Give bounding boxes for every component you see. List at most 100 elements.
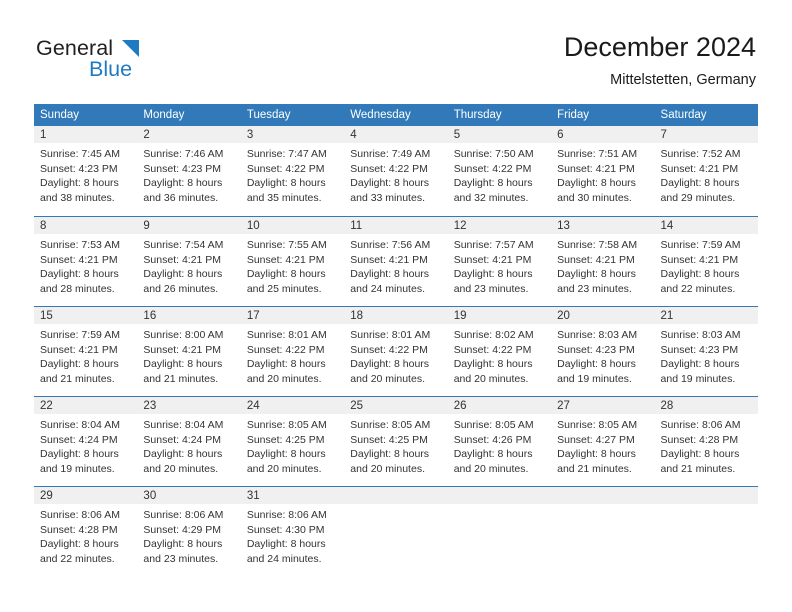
day-number-band: 21 <box>654 306 758 324</box>
day-cell[interactable]: 19 Sunrise: 8:02 AM Sunset: 4:22 PM Dayligh… <box>447 306 552 396</box>
weekday-header-monday: Monday <box>137 104 241 126</box>
day-details: Sunrise: 8:03 AM Sunset: 4:23 PM Daylight:… <box>655 324 758 386</box>
day-cell[interactable]: 29 Sunrise: 8:06 AM Sunset: 4:28 PM Dayligh… <box>34 486 138 576</box>
daylight-text-line2: and 25 minutes. <box>246 282 322 295</box>
day-details: Sunrise: 7:58 AM Sunset: 4:21 PM Daylight:… <box>551 234 654 296</box>
day-cell[interactable]: 28 Sunrise: 8:06 AM Sunset: 4:28 PM Dayligh… <box>654 396 758 486</box>
daylight-text-line1: Daylight: 8 hours <box>143 358 223 371</box>
day-details: Sunrise: 8:06 AM Sunset: 4:28 PM Daylight:… <box>34 504 137 566</box>
day-number: 16 <box>143 310 157 322</box>
sunrise-text: Sunrise: 8:06 AM <box>660 419 741 431</box>
sunset-text: Sunset: 4:21 PM <box>246 253 325 266</box>
daylight-text-line2: and 20 minutes. <box>143 462 219 475</box>
sunrise-text: Sunrise: 7:49 AM <box>350 148 431 160</box>
daylight-text-line1: Daylight: 8 hours <box>350 448 430 461</box>
day-cell[interactable]: 8 Sunrise: 7:53 AM Sunset: 4:21 PM Daylight… <box>34 216 138 306</box>
calendar-week-row: 8 Sunrise: 7:53 AM Sunset: 4:21 PM Daylight… <box>34 216 758 306</box>
day-cell[interactable]: 15 Sunrise: 7:59 AM Sunset: 4:21 PM Dayligh… <box>34 306 138 396</box>
day-cell[interactable]: 16 Sunrise: 8:00 AM Sunset: 4:21 PM Dayligh… <box>137 306 241 396</box>
day-cell[interactable]: 10 Sunrise: 7:55 AM Sunset: 4:21 PM Dayligh… <box>240 216 345 306</box>
day-cell[interactable]: 3 Sunrise: 7:47 AM Sunset: 4:22 PM Daylight… <box>240 126 345 216</box>
weekday-header-wednesday: Wednesday <box>344 104 448 126</box>
calendar-week-row: 1 Sunrise: 7:45 AM Sunset: 4:23 PM Daylight… <box>34 126 758 216</box>
day-cell[interactable]: 21 Sunrise: 8:03 AM Sunset: 4:23 PM Dayligh… <box>654 306 758 396</box>
day-details: Sunrise: 8:05 AM Sunset: 4:25 PM Daylight:… <box>344 414 447 476</box>
day-cell[interactable]: 31 Sunrise: 8:06 AM Sunset: 4:30 PM Dayligh… <box>240 486 345 576</box>
day-number-band: 14 <box>654 216 758 234</box>
day-number: 31 <box>246 490 260 502</box>
page-title: December 2024 <box>563 32 756 62</box>
daylight-text-line1: Daylight: 8 hours <box>350 268 430 281</box>
day-details: Sunrise: 8:06 AM Sunset: 4:30 PM Daylight:… <box>241 504 344 566</box>
day-cell[interactable]: 14 Sunrise: 7:59 AM Sunset: 4:21 PM Dayligh… <box>654 216 758 306</box>
daylight-text-line2: and 20 minutes. <box>453 372 529 385</box>
day-number: 24 <box>246 400 260 412</box>
day-cell[interactable]: 23 Sunrise: 8:04 AM Sunset: 4:24 PM Dayligh… <box>137 396 241 486</box>
sunrise-text: Sunrise: 7:59 AM <box>40 329 120 341</box>
day-cell[interactable]: 18 Sunrise: 8:01 AM Sunset: 4:22 PM Dayligh… <box>344 306 448 396</box>
daylight-text-line2: and 22 minutes. <box>660 282 736 295</box>
day-details: Sunrise: 8:05 AM Sunset: 4:26 PM Daylight:… <box>448 414 551 476</box>
day-cell[interactable]: 24 Sunrise: 8:05 AM Sunset: 4:25 PM Dayligh… <box>240 396 345 486</box>
day-cell[interactable]: 22 Sunrise: 8:04 AM Sunset: 4:24 PM Dayligh… <box>34 396 138 486</box>
daylight-text-line2: and 24 minutes. <box>350 282 425 295</box>
daylight-text-line2: and 22 minutes. <box>40 552 115 565</box>
day-cell[interactable]: 25 Sunrise: 8:05 AM Sunset: 4:25 PM Dayligh… <box>344 396 448 486</box>
day-cell[interactable]: 2 Sunrise: 7:46 AM Sunset: 4:23 PM Daylight… <box>137 126 241 216</box>
day-cell[interactable]: 5 Sunrise: 7:50 AM Sunset: 4:22 PM Daylight… <box>447 126 552 216</box>
sunrise-text: Sunrise: 8:06 AM <box>40 509 120 521</box>
day-cell[interactable]: 4 Sunrise: 7:49 AM Sunset: 4:22 PM Daylight… <box>344 126 448 216</box>
daylight-text-line1: Daylight: 8 hours <box>143 177 223 190</box>
general-blue-logo[interactable]: General Blue <box>36 36 236 84</box>
day-details: Sunrise: 7:56 AM Sunset: 4:21 PM Daylight:… <box>344 234 447 296</box>
logo-secondary-text: Blue <box>89 57 133 81</box>
daylight-text-line1: Daylight: 8 hours <box>557 177 636 190</box>
day-cell[interactable]: 9 Sunrise: 7:54 AM Sunset: 4:21 PM Daylight… <box>137 216 241 306</box>
daylight-text-line2: and 28 minutes. <box>40 282 115 295</box>
day-number-band: 7 <box>654 126 758 143</box>
sunrise-text: Sunrise: 8:03 AM <box>557 329 638 341</box>
daylight-text-line1: Daylight: 8 hours <box>660 268 740 281</box>
calendar-week-row: 22 Sunrise: 8:04 AM Sunset: 4:24 PM Dayligh… <box>34 396 758 486</box>
day-number-band: 28 <box>654 396 758 414</box>
daylight-text-line1: Daylight: 8 hours <box>40 358 119 371</box>
weekday-header-tuesday: Tuesday <box>240 104 345 126</box>
daylight-text-line1: Daylight: 8 hours <box>143 538 223 551</box>
day-number: 27 <box>557 400 570 412</box>
sunrise-text: Sunrise: 8:01 AM <box>350 329 431 341</box>
day-cell[interactable]: 26 Sunrise: 8:05 AM Sunset: 4:26 PM Dayligh… <box>447 396 552 486</box>
day-number: 10 <box>246 220 260 232</box>
day-number: 22 <box>40 400 53 412</box>
day-cell[interactable]: 1 Sunrise: 7:45 AM Sunset: 4:23 PM Daylight… <box>34 126 138 216</box>
day-number: 26 <box>453 400 467 412</box>
day-cell[interactable]: 30 Sunrise: 8:06 AM Sunset: 4:29 PM Dayligh… <box>137 486 241 576</box>
day-cell[interactable]: 11 Sunrise: 7:56 AM Sunset: 4:21 PM Dayligh… <box>344 216 448 306</box>
day-cell[interactable]: 27 Sunrise: 8:05 AM Sunset: 4:27 PM Dayligh… <box>551 396 655 486</box>
day-cell[interactable]: 7 Sunrise: 7:52 AM Sunset: 4:21 PM Daylight… <box>654 126 758 216</box>
daylight-text-line2: and 38 minutes. <box>40 191 115 204</box>
sunset-text: Sunset: 4:26 PM <box>453 433 532 446</box>
calendar-grid: Sunday Monday Tuesday Wednesday Thursday… <box>34 104 758 576</box>
day-cell[interactable]: 17 Sunrise: 8:01 AM Sunset: 4:22 PM Dayligh… <box>240 306 345 396</box>
sunset-text: Sunset: 4:21 PM <box>40 343 118 356</box>
sunrise-text: Sunrise: 8:04 AM <box>40 419 120 431</box>
daylight-text-line1: Daylight: 8 hours <box>350 177 430 190</box>
daylight-text-line1: Daylight: 8 hours <box>246 538 326 551</box>
daylight-text-line2: and 20 minutes. <box>246 462 322 475</box>
day-number-band <box>447 486 552 504</box>
day-details: Sunrise: 7:53 AM Sunset: 4:21 PM Daylight:… <box>34 234 137 296</box>
day-cell[interactable]: 20 Sunrise: 8:03 AM Sunset: 4:23 PM Dayligh… <box>551 306 655 396</box>
sunrise-text: Sunrise: 7:59 AM <box>660 239 741 251</box>
day-cell[interactable]: 12 Sunrise: 7:57 AM Sunset: 4:21 PM Dayligh… <box>447 216 552 306</box>
day-cell[interactable]: 13 Sunrise: 7:58 AM Sunset: 4:21 PM Dayligh… <box>551 216 655 306</box>
sunrise-text: Sunrise: 7:58 AM <box>557 239 638 251</box>
sunset-text: Sunset: 4:22 PM <box>350 162 428 175</box>
daylight-text-line2: and 23 minutes. <box>557 282 632 295</box>
sunset-text: Sunset: 4:25 PM <box>350 433 428 446</box>
day-details: Sunrise: 7:55 AM Sunset: 4:21 PM Daylight:… <box>241 234 344 296</box>
daylight-text-line2: and 19 minutes. <box>557 372 632 385</box>
daylight-text-line1: Daylight: 8 hours <box>246 177 326 190</box>
day-cell[interactable]: 6 Sunrise: 7:51 AM Sunset: 4:21 PM Daylight… <box>551 126 655 216</box>
day-details: Sunrise: 7:52 AM Sunset: 4:21 PM Daylight:… <box>655 143 758 205</box>
daylight-text-line1: Daylight: 8 hours <box>557 268 636 281</box>
